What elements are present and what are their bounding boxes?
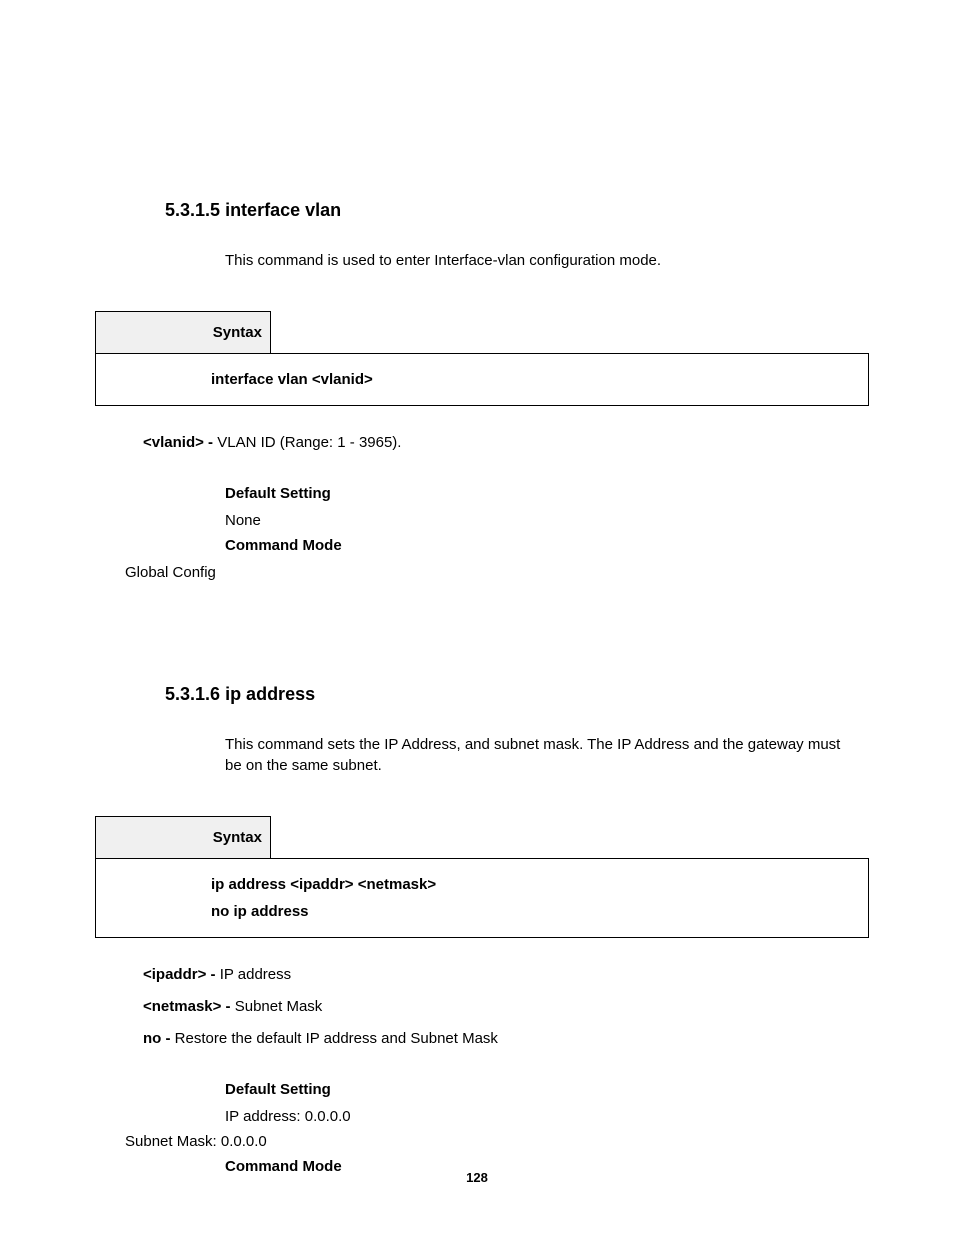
- param-line: <vlanid> - VLAN ID (Range: 1 - 3965).: [143, 431, 869, 455]
- section-number: 5.3.1.6: [165, 684, 220, 704]
- syntax-command: interface vlan <vlanid>: [96, 354, 869, 406]
- default-setting-label: Default Setting: [225, 1081, 869, 1098]
- section-number: 5.3.1.5: [165, 200, 220, 220]
- default-setting-label: Default Setting: [225, 485, 869, 502]
- param-dash: -: [206, 966, 219, 983]
- param-name: no: [143, 1030, 161, 1047]
- param-desc: VLAN ID (Range: 1 - 3965).: [217, 434, 401, 451]
- syntax-command-text-1: ip address <ipaddr> <netmask>: [211, 871, 858, 898]
- page-number: 128: [0, 1170, 954, 1185]
- param-line: <ipaddr> - IP address: [143, 963, 869, 987]
- syntax-command-text-2: no ip address: [211, 898, 858, 925]
- section-title: ip address: [225, 684, 315, 704]
- syntax-table: Syntax ip address <ipaddr> <netmask> no …: [95, 816, 869, 938]
- section-title: interface vlan: [225, 200, 341, 220]
- syntax-command-text: interface vlan <vlanid>: [211, 366, 858, 393]
- syntax-command: ip address <ipaddr> <netmask> no ip addr…: [96, 858, 869, 937]
- param-desc: IP address: [220, 966, 291, 983]
- section-description: This command is used to enter Interface-…: [225, 251, 859, 271]
- param-line: <netmask> - Subnet Mask: [143, 995, 869, 1019]
- param-line: no - Restore the default IP address and …: [143, 1027, 869, 1051]
- param-dash: -: [161, 1030, 174, 1047]
- param-name: <vlanid>: [143, 434, 204, 451]
- section-heading: 5.3.1.5 interface vlan: [165, 200, 869, 221]
- param-dash: -: [204, 434, 217, 451]
- default-setting-value: None: [225, 512, 869, 529]
- param-desc: Restore the default IP address and Subne…: [175, 1030, 498, 1047]
- param-desc: Subnet Mask: [235, 998, 323, 1015]
- param-name: <ipaddr>: [143, 966, 206, 983]
- default-setting-value-1: IP address: 0.0.0.0: [225, 1108, 869, 1125]
- param-dash: -: [221, 998, 234, 1015]
- syntax-empty: [271, 816, 869, 858]
- syntax-table: Syntax interface vlan <vlanid>: [95, 311, 869, 406]
- command-mode-label: Command Mode: [225, 537, 869, 554]
- section-description: This command sets the IP Address, and su…: [225, 735, 859, 776]
- syntax-label: Syntax: [96, 312, 271, 354]
- syntax-empty: [271, 312, 869, 354]
- command-mode-value: Global Config: [125, 564, 869, 581]
- section-heading: 5.3.1.6 ip address: [165, 684, 869, 705]
- param-name: <netmask>: [143, 998, 221, 1015]
- default-setting-value-2: Subnet Mask: 0.0.0.0: [125, 1133, 869, 1150]
- syntax-label: Syntax: [96, 816, 271, 858]
